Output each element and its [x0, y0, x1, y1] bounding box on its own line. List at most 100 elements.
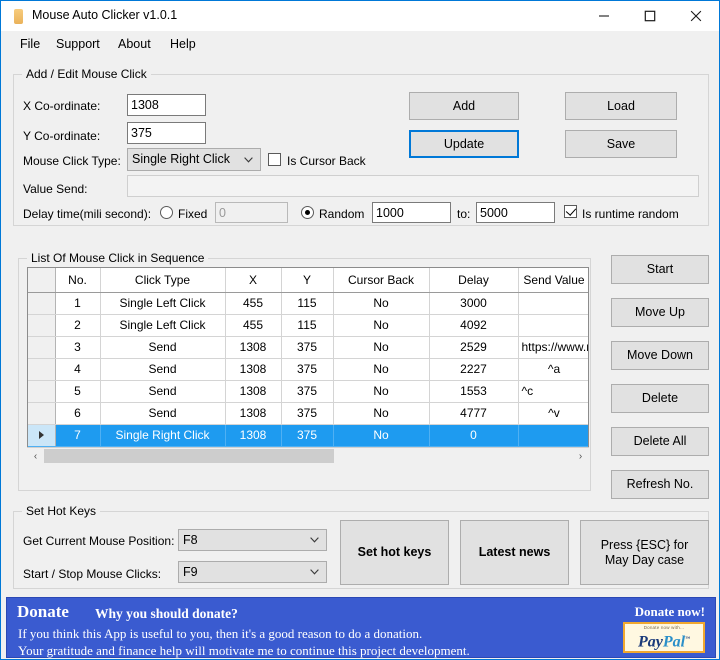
cell-no[interactable]: 4	[55, 358, 101, 381]
cell-y[interactable]: 115	[281, 292, 334, 315]
update-button[interactable]: Update	[409, 130, 519, 158]
move-down-button[interactable]: Move Down	[611, 341, 709, 370]
column-header-y[interactable]: Y	[281, 268, 334, 293]
y-coordinate-input[interactable]	[127, 122, 206, 144]
cell-send-value[interactable]	[518, 424, 588, 447]
menu-item-file[interactable]: File	[10, 31, 50, 58]
delete-all-button[interactable]: Delete All	[611, 427, 709, 456]
menu-item-about[interactable]: About	[108, 31, 161, 58]
fixed-delay-input[interactable]	[215, 202, 288, 223]
load-button[interactable]: Load	[565, 92, 677, 120]
maximize-button[interactable]	[627, 1, 673, 31]
column-header-delay[interactable]: Delay	[429, 268, 519, 293]
cell-delay[interactable]: 1553	[429, 380, 519, 403]
cell-y[interactable]: 375	[281, 336, 334, 359]
table-row[interactable]: 4 Send 1308 375 No 2227 ^a	[28, 358, 588, 381]
cell-no[interactable]: 2	[55, 314, 101, 337]
row-selector-cell[interactable]	[28, 292, 56, 315]
delete-button[interactable]: Delete	[611, 384, 709, 413]
cell-no[interactable]: 6	[55, 402, 101, 425]
cell-x[interactable]: 1308	[225, 336, 282, 359]
table-row[interactable]: 2 Single Left Click 455 115 No 4092	[28, 314, 588, 337]
column-header-x[interactable]: X	[225, 268, 282, 293]
get-mouse-position-select[interactable]: F8	[178, 529, 327, 551]
cell-send-value[interactable]	[518, 292, 588, 315]
cell-click-type[interactable]: Single Left Click	[100, 292, 226, 315]
cell-delay[interactable]: 4777	[429, 402, 519, 425]
cell-send-value[interactable]: ^v	[518, 402, 588, 425]
cell-cursor-back[interactable]: No	[333, 380, 430, 403]
close-button[interactable]	[673, 1, 719, 31]
donate-banner[interactable]: Donate Why you should donate? If you thi…	[6, 597, 716, 658]
cell-click-type[interactable]: Send	[100, 358, 226, 381]
cell-x[interactable]: 1308	[225, 402, 282, 425]
grid-horizontal-scrollbar[interactable]: ‹ ›	[27, 447, 589, 464]
mouse-click-type-select[interactable]: Single Right Click	[127, 148, 261, 171]
cell-y[interactable]: 375	[281, 402, 334, 425]
cell-y[interactable]: 375	[281, 380, 334, 403]
add-button[interactable]: Add	[409, 92, 519, 120]
cell-no[interactable]: 5	[55, 380, 101, 403]
table-row[interactable]: 7 Single Right Click 1308 375 No 0	[28, 424, 588, 447]
cell-cursor-back[interactable]: No	[333, 336, 430, 359]
fixed-radio[interactable]	[160, 206, 173, 219]
cell-cursor-back[interactable]: No	[333, 402, 430, 425]
click-sequence-grid[interactable]: No. Click Type X Y Cursor Back Delay Sen…	[27, 267, 589, 464]
refresh-no-button[interactable]: Refresh No.	[611, 470, 709, 499]
table-row[interactable]: 3Send1308375No2529https://www.mo	[28, 336, 588, 359]
save-button[interactable]: Save	[565, 130, 677, 158]
cell-click-type[interactable]: Send	[100, 402, 226, 425]
row-selector-cell[interactable]	[28, 314, 56, 337]
column-header-send-value[interactable]: Send Value	[518, 268, 588, 293]
is-cursor-back-checkbox[interactable]	[268, 153, 281, 166]
scroll-right-arrow[interactable]: ›	[572, 448, 589, 464]
cell-no[interactable]: 1	[55, 292, 101, 315]
cell-cursor-back[interactable]: No	[333, 424, 430, 447]
cell-cursor-back[interactable]: No	[333, 292, 430, 315]
random-radio[interactable]	[301, 206, 314, 219]
start-button[interactable]: Start	[611, 255, 709, 284]
move-up-button[interactable]: Move Up	[611, 298, 709, 327]
cell-y[interactable]: 375	[281, 358, 334, 381]
column-header-no[interactable]: No.	[55, 268, 101, 293]
cell-delay[interactable]: 4092	[429, 314, 519, 337]
cell-send-value[interactable]: https://www.mo	[518, 336, 588, 359]
row-selector-cell[interactable]	[28, 380, 56, 403]
cell-no[interactable]: 3	[55, 336, 101, 359]
set-hotkeys-button[interactable]: Set hot keys	[340, 520, 449, 585]
column-header-click-type[interactable]: Click Type	[100, 268, 226, 293]
paypal-donate-button[interactable]: Donate now with... PayPal™	[623, 622, 705, 653]
cell-delay[interactable]: 3000	[429, 292, 519, 315]
scroll-left-arrow[interactable]: ‹	[27, 448, 44, 464]
cell-no[interactable]: 7	[55, 424, 101, 447]
column-header-rowselect[interactable]	[28, 268, 56, 293]
cell-y[interactable]: 375	[281, 424, 334, 447]
menu-item-support[interactable]: Support	[46, 31, 110, 58]
cell-x[interactable]: 1308	[225, 358, 282, 381]
cell-x[interactable]: 1308	[225, 380, 282, 403]
cell-delay[interactable]: 2227	[429, 358, 519, 381]
scrollbar-thumb[interactable]	[44, 449, 334, 463]
cell-send-value[interactable]: ^a	[518, 358, 588, 381]
cell-x[interactable]: 455	[225, 292, 282, 315]
row-selector-cell[interactable]	[28, 358, 56, 381]
cell-click-type[interactable]: Single Left Click	[100, 314, 226, 337]
cell-click-type[interactable]: Single Right Click	[100, 424, 226, 447]
cell-delay[interactable]: 0	[429, 424, 519, 447]
latest-news-button[interactable]: Latest news	[460, 520, 569, 585]
cell-x[interactable]: 1308	[225, 424, 282, 447]
cell-send-value[interactable]	[518, 314, 588, 337]
x-coordinate-input[interactable]	[127, 94, 206, 116]
table-row[interactable]: 5 Send 1308 375 No 1553 ^c	[28, 380, 588, 403]
table-row[interactable]: 6 Send 1308 375 No 4777 ^v	[28, 402, 588, 425]
minimize-button[interactable]	[581, 1, 627, 31]
cell-send-value[interactable]: ^c	[518, 380, 588, 403]
cell-click-type[interactable]: Send	[100, 380, 226, 403]
cell-click-type[interactable]: Send	[100, 336, 226, 359]
cell-cursor-back[interactable]: No	[333, 358, 430, 381]
menu-item-help[interactable]: Help	[160, 31, 206, 58]
is-runtime-random-checkbox[interactable]	[564, 205, 577, 218]
table-row[interactable]: 1 Single Left Click 455 115 No 3000	[28, 292, 588, 315]
row-selector-cell[interactable]	[28, 424, 56, 447]
cell-x[interactable]: 455	[225, 314, 282, 337]
